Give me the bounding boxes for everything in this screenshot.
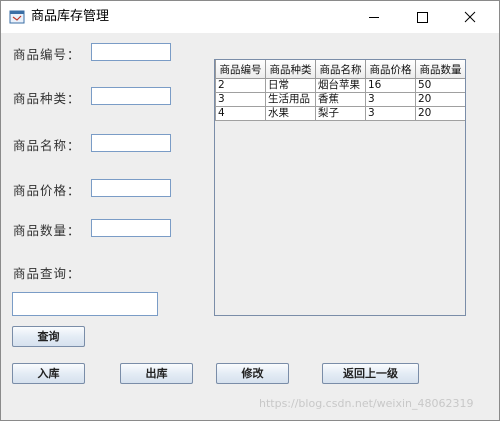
modify-button[interactable]: 修改 — [216, 363, 289, 384]
column-header[interactable]: 商品种类 — [265, 60, 316, 79]
column-header[interactable]: 商品编号 — [215, 60, 266, 79]
table-cell: 20 — [415, 106, 465, 121]
product-type-label: 商品种类： — [13, 91, 81, 106]
product-quantity-label: 商品数量： — [13, 223, 81, 238]
table-row[interactable]: 4 水果 梨子 3 20 — [215, 106, 465, 121]
table-cell: 20 — [415, 92, 465, 107]
table-cell: 日常 — [265, 78, 316, 93]
stock-out-button[interactable]: 出库 — [120, 363, 193, 384]
minimize-button[interactable] — [351, 1, 397, 33]
query-button[interactable]: 查询 — [12, 326, 85, 347]
inventory-table: 商品编号 商品种类 商品名称 商品价格 商品数量 2 日常 烟台苹果 16 50… — [215, 60, 465, 121]
maximize-button[interactable] — [399, 1, 445, 33]
product-price-input[interactable] — [91, 179, 171, 197]
table-cell: 2 — [215, 78, 266, 93]
table-cell: 50 — [415, 78, 465, 93]
product-name-label: 商品名称： — [13, 138, 81, 153]
stock-in-button[interactable]: 入库 — [12, 363, 85, 384]
table-cell: 生活用品 — [265, 92, 316, 107]
product-query-label: 商品查询： — [13, 266, 81, 281]
back-button[interactable]: 返回上一级 — [322, 363, 419, 384]
table-row[interactable]: 2 日常 烟台苹果 16 50 — [215, 78, 465, 93]
table-cell: 3 — [215, 92, 266, 107]
product-id-label: 商品编号： — [13, 47, 81, 62]
table-cell: 梨子 — [315, 106, 366, 121]
product-query-input[interactable] — [12, 292, 158, 316]
product-id-input[interactable] — [91, 43, 171, 61]
watermark-text: https://blog.csdn.net/weixin_48062319 — [259, 397, 474, 410]
table-cell: 3 — [365, 106, 416, 121]
minimize-icon — [369, 17, 379, 18]
table-cell: 水果 — [265, 106, 316, 121]
close-icon — [464, 11, 476, 23]
product-name-input[interactable] — [91, 134, 171, 152]
product-type-input[interactable] — [91, 87, 171, 105]
table-row[interactable]: 3 生活用品 香蕉 3 20 — [215, 92, 465, 107]
column-header[interactable]: 商品数量 — [415, 60, 465, 79]
column-header[interactable]: 商品名称 — [315, 60, 366, 79]
inventory-table-pane[interactable]: 商品编号 商品种类 商品名称 商品价格 商品数量 2 日常 烟台苹果 16 50… — [214, 59, 466, 316]
product-price-label: 商品价格： — [13, 183, 81, 198]
table-cell: 香蕉 — [315, 92, 366, 107]
window-title: 商品库存管理 — [31, 9, 110, 24]
table-cell: 4 — [215, 106, 266, 121]
table-cell: 3 — [365, 92, 416, 107]
column-header[interactable]: 商品价格 — [365, 60, 416, 79]
table-header-row: 商品编号 商品种类 商品名称 商品价格 商品数量 — [215, 60, 465, 79]
app-icon — [9, 10, 25, 24]
app-window: 商品库存管理 商品编号： 商品种类： 商品名称： 商品价格： 商品数量： 商品查… — [0, 0, 500, 421]
product-quantity-input[interactable] — [91, 219, 171, 237]
table-cell: 烟台苹果 — [315, 78, 366, 93]
table-cell: 16 — [365, 78, 416, 93]
title-bar: 商品库存管理 — [1, 1, 499, 33]
close-button[interactable] — [447, 1, 493, 33]
maximize-icon — [417, 12, 428, 23]
